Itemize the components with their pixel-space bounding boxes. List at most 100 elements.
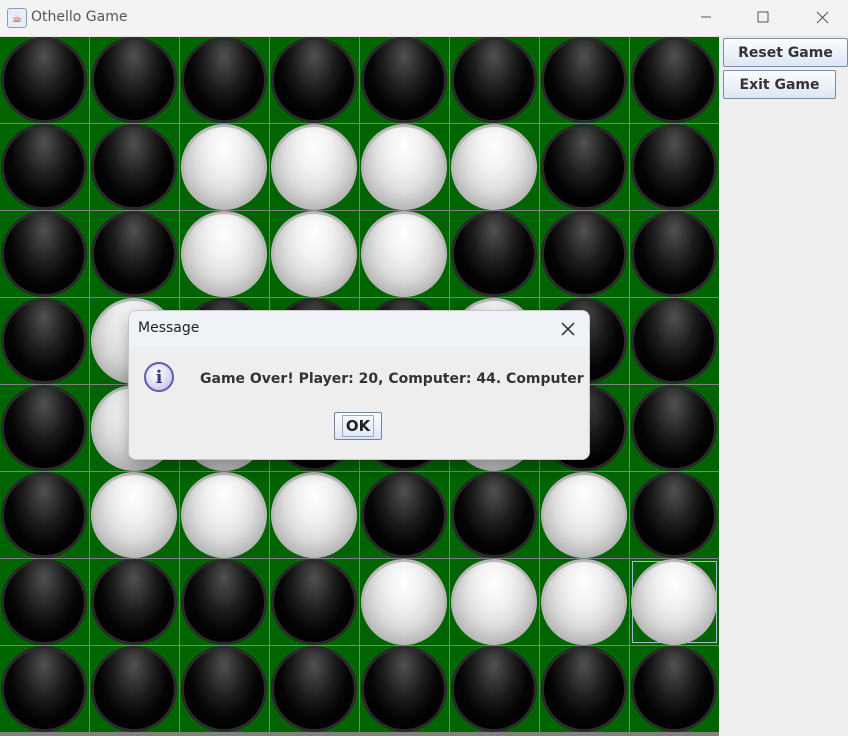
board-cell[interactable] — [630, 646, 719, 732]
close-icon — [816, 11, 828, 23]
board-cell[interactable] — [630, 472, 719, 558]
board-cell[interactable] — [630, 37, 719, 123]
white-disc — [361, 124, 447, 210]
white-disc — [181, 211, 267, 297]
board-cell[interactable] — [0, 124, 89, 210]
black-disc — [181, 37, 267, 123]
board-cell[interactable] — [0, 37, 89, 123]
board-cell[interactable] — [450, 124, 539, 210]
board-cell[interactable] — [450, 646, 539, 732]
board-cell[interactable] — [450, 37, 539, 123]
minimize-button[interactable] — [683, 0, 729, 34]
close-window-button[interactable] — [799, 0, 845, 34]
message-dialog: Message i Game Over! Player: 20, Compute… — [128, 310, 590, 460]
java-app-icon: ☕ — [7, 8, 27, 28]
board-cell[interactable] — [0, 211, 89, 297]
board-cell[interactable] — [630, 298, 719, 384]
board-cell[interactable] — [360, 211, 449, 297]
board-cell[interactable] — [180, 472, 269, 558]
board-cell[interactable] — [360, 559, 449, 645]
board-cell[interactable] — [0, 559, 89, 645]
dialog-close-button[interactable] — [557, 319, 579, 339]
board-cell[interactable] — [90, 646, 179, 732]
board-cell[interactable] — [180, 37, 269, 123]
board-cell[interactable] — [630, 211, 719, 297]
board-cell[interactable] — [450, 472, 539, 558]
black-disc — [361, 646, 447, 732]
board-cell[interactable] — [90, 124, 179, 210]
minimize-icon — [701, 16, 711, 18]
board-cell[interactable] — [450, 559, 539, 645]
board-cell[interactable] — [270, 646, 359, 732]
board-cell[interactable] — [90, 211, 179, 297]
board-cell[interactable] — [90, 37, 179, 123]
ok-button-label: OK — [341, 415, 375, 437]
board-cell[interactable] — [540, 472, 629, 558]
board-cell[interactable] — [630, 385, 719, 471]
board-cell[interactable] — [540, 559, 629, 645]
black-disc — [631, 646, 717, 732]
board-cell[interactable] — [360, 646, 449, 732]
board-cell[interactable] — [180, 559, 269, 645]
black-disc — [91, 37, 177, 123]
board-cell[interactable] — [90, 472, 179, 558]
board-cell[interactable] — [630, 124, 719, 210]
board-cell[interactable] — [0, 472, 89, 558]
board-cell[interactable] — [0, 646, 89, 732]
black-disc — [451, 472, 537, 558]
black-disc — [1, 124, 87, 210]
board-cell[interactable] — [180, 124, 269, 210]
board-cell[interactable] — [360, 37, 449, 123]
board-cell[interactable] — [450, 211, 539, 297]
black-disc — [631, 472, 717, 558]
white-disc — [361, 559, 447, 645]
board-cell[interactable] — [180, 211, 269, 297]
board-cell[interactable] — [270, 211, 359, 297]
black-disc — [451, 37, 537, 123]
black-disc — [631, 298, 717, 384]
board-cell[interactable] — [270, 559, 359, 645]
black-disc — [91, 211, 177, 297]
black-disc — [271, 559, 357, 645]
board-cell[interactable] — [360, 124, 449, 210]
black-disc — [1, 37, 87, 123]
reset-game-button[interactable]: Reset Game — [723, 38, 848, 67]
white-disc — [541, 472, 627, 558]
board-cell[interactable] — [360, 472, 449, 558]
white-disc — [631, 559, 717, 645]
white-disc — [181, 124, 267, 210]
black-disc — [541, 211, 627, 297]
dialog-titlebar: Message — [129, 311, 589, 347]
board-cell[interactable] — [630, 559, 719, 645]
board-cell[interactable] — [0, 385, 89, 471]
ok-button[interactable]: OK — [334, 412, 382, 440]
board-cell[interactable] — [540, 211, 629, 297]
black-disc — [541, 37, 627, 123]
board-cell[interactable] — [540, 646, 629, 732]
maximize-button[interactable] — [740, 0, 786, 34]
black-disc — [91, 559, 177, 645]
black-disc — [91, 124, 177, 210]
window-titlebar: ☕ Othello Game — [0, 0, 848, 37]
board-cell[interactable] — [0, 298, 89, 384]
black-disc — [451, 211, 537, 297]
white-disc — [181, 472, 267, 558]
black-disc — [451, 646, 537, 732]
board-cell[interactable] — [540, 37, 629, 123]
board-cell[interactable] — [180, 646, 269, 732]
black-disc — [541, 124, 627, 210]
board-cell[interactable] — [270, 37, 359, 123]
black-disc — [1, 646, 87, 732]
black-disc — [631, 37, 717, 123]
black-disc — [271, 646, 357, 732]
info-icon: i — [144, 362, 174, 392]
board-cell[interactable] — [270, 124, 359, 210]
white-disc — [271, 124, 357, 210]
board-cell[interactable] — [90, 559, 179, 645]
exit-game-button[interactable]: Exit Game — [723, 70, 836, 99]
window-title: Othello Game — [31, 9, 128, 25]
board-cell[interactable] — [270, 472, 359, 558]
white-disc — [541, 559, 627, 645]
board-cell[interactable] — [540, 124, 629, 210]
black-disc — [181, 646, 267, 732]
